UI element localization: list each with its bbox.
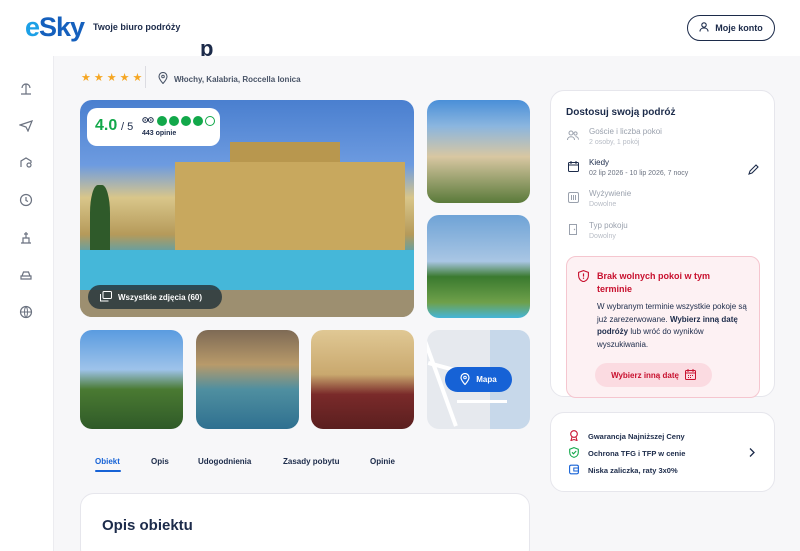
- benefit-item: Ochrona TFG i TFP w cenie: [569, 447, 685, 460]
- meal-icon: [567, 191, 579, 203]
- benefit-label: Ochrona TFG i TFP w cenie: [588, 449, 686, 458]
- map-button[interactable]: Mapa: [445, 367, 512, 392]
- logo-letter-e: e: [25, 12, 40, 42]
- alert-title: Brak wolnych pokoi w tym terminie: [597, 271, 711, 294]
- rating-dot-filled: [157, 116, 167, 126]
- content-tabs: Obiekt Opis Udogodnienia Zasady pobytu O…: [80, 450, 530, 476]
- hotel-location: Włochy, Kalabria, Roccella Ionica: [158, 71, 301, 86]
- trip-row-label: Wyżywienie: [589, 189, 632, 198]
- trip-row-label: Goście i liczba pokoi: [589, 127, 662, 136]
- beach-umbrella-icon[interactable]: [18, 80, 34, 96]
- esky-logo[interactable]: eSky: [25, 12, 85, 43]
- hotel-title: p: [200, 36, 214, 56]
- shield-alert-icon: [578, 270, 589, 285]
- rating-dot-filled: [193, 116, 203, 126]
- door-icon: [567, 223, 579, 235]
- gallery-icon: [100, 290, 112, 304]
- benefit-item: Niska zaliczka, raty 3x0%: [569, 464, 678, 477]
- choose-other-date-button[interactable]: Wybierz inną datę: [595, 363, 712, 387]
- choose-date-label: Wybierz inną datę: [611, 370, 679, 380]
- all-photos-label: Wszystkie zdjęcia (60): [118, 292, 203, 302]
- all-photos-button[interactable]: Wszystkie zdjęcia (60): [88, 285, 222, 309]
- edit-pencil-icon[interactable]: [748, 164, 759, 178]
- rating-dot-filled: [181, 116, 191, 126]
- hotel-stars: ★ ★ ★ ★ ★: [81, 71, 142, 84]
- top-bar: eSky Twoje biuro podróży Moje konto: [0, 0, 800, 56]
- location-pin-icon: [460, 372, 470, 387]
- rating-dots: [157, 116, 215, 126]
- alert-text: W wybranym terminie wszystkie pokoje są …: [597, 301, 753, 351]
- reviews-count: 443 opinie: [142, 130, 177, 137]
- hotel-photo-thumbnail[interactable]: [427, 215, 530, 318]
- shield-check-icon: [569, 447, 579, 460]
- guests-icon: [567, 129, 579, 141]
- my-account-label: Moje konto: [715, 23, 763, 33]
- star-icon: ★: [93, 72, 104, 84]
- no-rooms-alert: Brak wolnych pokoi w tym terminie W wybr…: [566, 256, 760, 398]
- benefits-card[interactable]: Gwarancja Najniższej Ceny Ochrona TFG i …: [550, 412, 775, 492]
- logo-text: Sky: [39, 12, 85, 42]
- globe-icon[interactable]: [18, 304, 34, 320]
- benefit-label: Gwarancja Najniższej Ceny: [588, 432, 685, 441]
- hotel-search-icon[interactable]: [18, 154, 34, 170]
- calendar-icon: [684, 368, 696, 382]
- benefit-label: Niska zaliczka, raty 3x0%: [588, 466, 678, 475]
- trip-row-value: Dowolne: [589, 201, 617, 208]
- description-title: Opis obiektu: [102, 517, 193, 534]
- hotel-photo-thumbnail[interactable]: [311, 330, 414, 429]
- trip-row-value: 2 osoby, 1 pokój: [589, 139, 640, 146]
- star-icon: ★: [132, 72, 143, 84]
- rating-card[interactable]: 4.0 / 5 443 opinie: [87, 108, 220, 146]
- tab-opinie[interactable]: Opinie: [370, 457, 395, 466]
- wallet-icon: [569, 464, 579, 477]
- rating-score: 4.0: [95, 117, 118, 134]
- medal-icon: [569, 430, 579, 443]
- star-icon: ★: [106, 72, 117, 84]
- hotel-photo-thumbnail[interactable]: [80, 330, 183, 429]
- attraction-icon[interactable]: [18, 229, 34, 245]
- benefit-item: Gwarancja Najniższej Ceny: [569, 430, 685, 443]
- plane-icon[interactable]: [18, 117, 34, 133]
- my-account-button[interactable]: Moje konto: [687, 15, 775, 41]
- tab-opis[interactable]: Opis: [151, 457, 169, 466]
- trip-customization-card: Dostosuj swoją podróż Goście i liczba po…: [550, 90, 775, 398]
- tripadvisor-icon: [142, 115, 154, 126]
- star-icon: ★: [81, 72, 91, 84]
- map-label: Mapa: [476, 375, 497, 384]
- trip-row-value: Dowolny: [589, 233, 616, 240]
- car-icon[interactable]: [18, 266, 34, 282]
- divider: [145, 66, 146, 88]
- calendar-icon: [567, 160, 579, 172]
- hotel-photo-thumbnail[interactable]: [427, 100, 530, 203]
- tab-obiekt[interactable]: Obiekt: [95, 457, 120, 466]
- trip-card-title: Dostosuj swoją podróż: [566, 107, 676, 118]
- active-tab-indicator: [95, 470, 121, 472]
- rating-dot-filled: [169, 116, 179, 126]
- trip-row-label: Typ pokoju: [589, 221, 628, 230]
- user-icon: [699, 22, 709, 34]
- rating-dot-empty: [205, 116, 215, 126]
- rating-max: / 5: [121, 121, 134, 133]
- tab-udogodnienia[interactable]: Udogodnienia: [198, 457, 251, 466]
- trip-row-value: 02 lip 2026 - 10 lip 2026, 7 nocy: [589, 170, 689, 177]
- star-icon: ★: [119, 72, 130, 84]
- location-text: Włochy, Kalabria, Roccella Ionica: [174, 74, 301, 84]
- tab-zasady-pobytu[interactable]: Zasady pobytu: [283, 457, 339, 466]
- description-card: Opis obiektu: [80, 493, 530, 551]
- hotel-photo-thumbnail[interactable]: [196, 330, 299, 429]
- location-pin-icon: [158, 71, 168, 86]
- tagline: Twoje biuro podróży: [93, 22, 181, 32]
- trip-row-label: Kiedy: [589, 158, 610, 167]
- side-navigation: [0, 56, 54, 551]
- chevron-right-icon[interactable]: [748, 447, 756, 461]
- clock-icon[interactable]: [18, 192, 34, 208]
